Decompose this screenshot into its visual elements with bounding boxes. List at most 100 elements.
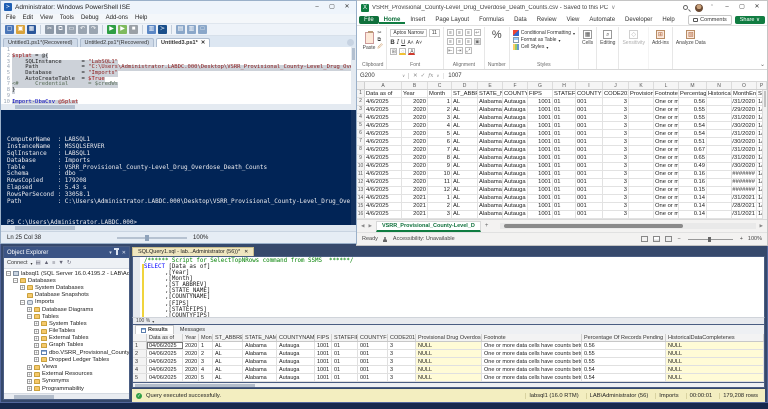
- cell[interactable]: One or mo: [654, 195, 679, 202]
- results-column-header[interactable]: CODE2013: [388, 334, 416, 341]
- row-header-9[interactable]: 9: [357, 155, 365, 162]
- expander-icon[interactable]: −: [13, 278, 18, 283]
- cell[interactable]: 01: [553, 211, 576, 218]
- select-all-corner[interactable]: [357, 82, 365, 89]
- format-as-table-button[interactable]: Format as Table ▾: [513, 37, 575, 43]
- cell[interactable]: 001: [576, 130, 603, 137]
- zoom-in-icon[interactable]: +: [740, 236, 743, 242]
- ribbon-tab-help[interactable]: Help: [657, 16, 679, 24]
- align-middle-button[interactable]: ≡: [456, 29, 463, 36]
- cell[interactable]: [707, 106, 732, 113]
- results-cell[interactable]: AL: [213, 342, 243, 349]
- cell[interactable]: 1001: [528, 203, 553, 210]
- cell[interactable]: [707, 203, 732, 210]
- column-header-B[interactable]: B: [402, 82, 428, 89]
- cell[interactable]: 8/31/2020: [732, 155, 757, 162]
- ribbon-tab-page-layout[interactable]: Page Layout: [430, 16, 474, 24]
- cell[interactable]: Alabama: [478, 122, 503, 129]
- redo-icon[interactable]: ↷: [89, 25, 98, 34]
- cell[interactable]: 1: [428, 98, 452, 105]
- expander-icon[interactable]: +: [27, 307, 32, 312]
- cell[interactable]: 4/6/2025: [365, 187, 402, 194]
- results-cell[interactable]: 001: [358, 358, 388, 365]
- row-header-4[interactable]: 4: [357, 114, 365, 121]
- cell[interactable]: AL: [452, 211, 478, 218]
- cell[interactable]: 001: [576, 187, 603, 194]
- cell[interactable]: 11: [428, 179, 452, 186]
- results-cell[interactable]: 4: [199, 366, 213, 373]
- sql-editor[interactable]: /****** Script for SelectTopNRows comman…: [132, 256, 765, 318]
- results-cell[interactable]: NULL: [666, 358, 764, 365]
- results-cell[interactable]: NULL: [416, 342, 482, 349]
- cell[interactable]: AL: [452, 155, 478, 162]
- results-cell[interactable]: AL: [213, 350, 243, 357]
- cell[interactable]: One or mo: [654, 138, 679, 145]
- results-cell[interactable]: 3: [388, 366, 416, 373]
- row-header-6[interactable]: 6: [357, 130, 365, 137]
- cell[interactable]: 3/31/2020: [732, 114, 757, 121]
- column-header-I[interactable]: I: [576, 82, 603, 89]
- results-cell[interactable]: NULL: [416, 350, 482, 357]
- cell[interactable]: 3: [603, 163, 629, 170]
- cell[interactable]: 01: [553, 130, 576, 137]
- sheet-nav-end-icon[interactable]: ▶: [760, 223, 763, 229]
- results-cell[interactable]: 3: [388, 374, 416, 381]
- cell[interactable]: [629, 163, 654, 170]
- cell[interactable]: 01: [553, 163, 576, 170]
- cell[interactable]: Provisiona: [629, 90, 654, 97]
- results-cell[interactable]: 4: [133, 366, 147, 373]
- results-column-header[interactable]: HistoricalDataCompletenes: [666, 334, 764, 341]
- cell[interactable]: [707, 130, 732, 137]
- results-cell[interactable]: AL: [213, 358, 243, 365]
- cell[interactable]: 1001: [528, 138, 553, 145]
- results-cell[interactable]: NULL: [666, 350, 764, 357]
- results-cell[interactable]: 2020: [183, 358, 199, 365]
- cell[interactable]: 0.16: [679, 179, 707, 186]
- ribbon-tab-review[interactable]: Review: [532, 16, 562, 24]
- cell[interactable]: ST_ABBRE: [452, 90, 478, 97]
- search-icon[interactable]: [683, 5, 688, 10]
- results-cell[interactable]: One or more data cells have counts betwe…: [482, 358, 582, 365]
- cell[interactable]: [629, 179, 654, 186]
- cell[interactable]: Alabama: [478, 163, 503, 170]
- results-cell[interactable]: 0.55: [582, 350, 666, 357]
- cell[interactable]: STATEFIPS: [553, 90, 576, 97]
- column-header-J[interactable]: J: [603, 82, 629, 89]
- cell[interactable]: 6/30/2020: [732, 138, 757, 145]
- cell[interactable]: Autauga: [503, 122, 528, 129]
- results-column-header[interactable]: Footnote: [482, 334, 582, 341]
- zoom-slider[interactable]: [688, 239, 733, 240]
- stop-icon[interactable]: ■: [129, 25, 138, 34]
- tree-node-system-tables[interactable]: +System Tables: [4, 320, 129, 327]
- expander-icon[interactable]: +: [34, 343, 39, 348]
- console-hscrollbar[interactable]: [1, 225, 356, 231]
- editor-zoom-value[interactable]: 100 %: [136, 318, 150, 324]
- results-column-header[interactable]: Month: [199, 334, 213, 341]
- results-cell[interactable]: 001: [358, 350, 388, 357]
- results-column-header[interactable]: COUNTYFIPS: [358, 334, 388, 341]
- cell[interactable]: 2020: [402, 155, 428, 162]
- cell[interactable]: Alabama: [478, 130, 503, 137]
- results-cell[interactable]: 01: [332, 358, 358, 365]
- cell[interactable]: AL: [452, 146, 478, 153]
- clear-console-icon[interactable]: ▭: [67, 25, 76, 34]
- results-cell[interactable]: Alabama: [243, 358, 277, 365]
- cell[interactable]: 4/6/2025: [365, 122, 402, 129]
- cell[interactable]: [629, 114, 654, 121]
- expander-icon[interactable]: +: [27, 386, 32, 391]
- cell[interactable]: Autauga: [503, 211, 528, 218]
- expander-icon[interactable]: +: [27, 365, 32, 370]
- tab-close-icon[interactable]: ✕: [201, 40, 206, 46]
- ribbon-tab-insert[interactable]: Insert: [405, 16, 430, 24]
- cell[interactable]: 2020: [402, 146, 428, 153]
- results-cell[interactable]: One or more data cells have counts betwe…: [482, 342, 582, 349]
- tree-node-graph-tables[interactable]: +Graph Tables: [4, 342, 129, 349]
- results-cell[interactable]: 2020: [183, 374, 199, 381]
- column-header-M[interactable]: M: [679, 82, 707, 89]
- grid-vscrollbar[interactable]: [762, 90, 767, 219]
- cell[interactable]: 2020: [402, 171, 428, 178]
- console-pane[interactable]: ComputerName : LABSQL1InstanceName : MSS…: [1, 110, 356, 225]
- expander-icon[interactable]: +: [34, 336, 39, 341]
- results-cell[interactable]: Alabama: [243, 374, 277, 381]
- results-cell[interactable]: 3: [388, 358, 416, 365]
